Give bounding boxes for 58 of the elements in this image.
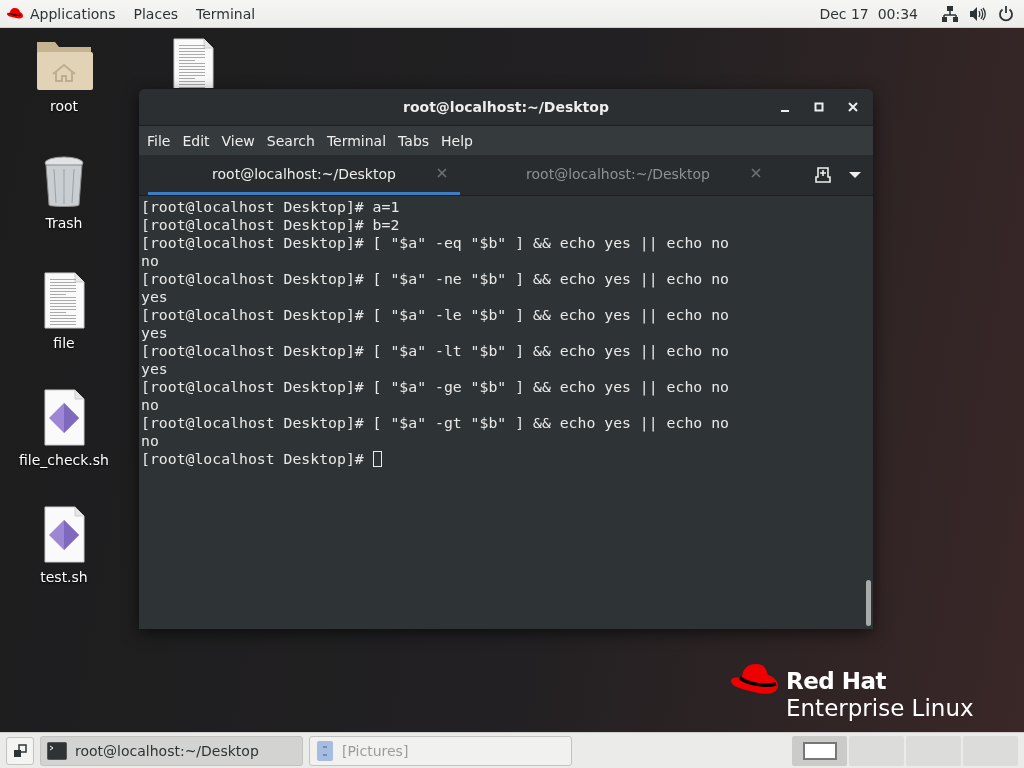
maximize-icon	[814, 102, 824, 112]
terminal-line: [root@localhost Desktop]# a=1	[141, 198, 400, 216]
script-file-icon[interactable]	[43, 506, 85, 563]
terminal-line: [root@localhost Desktop]# [ "$a" -gt "$b" ] && echo yes || echo no	[141, 414, 729, 432]
windows-icon	[13, 743, 27, 758]
volume-icon[interactable]	[970, 5, 986, 22]
window-title: root@localhost:~/Desktop	[403, 99, 609, 115]
hat-logo[interactable]	[6, 6, 24, 21]
clock[interactable]: Dec 17 00:34	[819, 5, 918, 22]
top-menu[interactable]: Applications	[24, 5, 128, 22]
trash-icon[interactable]	[42, 155, 86, 209]
terminal-line: [root@localhost Desktop]# [ "$a" -eq "$b" ] && echo yes || echo no	[141, 234, 729, 252]
menu-item[interactable]: Search	[260, 132, 321, 149]
top-menu[interactable]: Places	[127, 5, 191, 22]
menu-item[interactable]: Help	[435, 132, 479, 149]
network-icon[interactable]	[942, 5, 958, 22]
text-cursor	[372, 451, 382, 467]
terminal-line: [root@localhost Desktop]# [ "$a" -ge "$b" ] && echo yes || echo no	[141, 378, 729, 396]
menu-item[interactable]: Edit	[176, 132, 216, 149]
terminal-line: [root@localhost Desktop]# [ "$a" -lt "$b" ] && echo yes || echo no	[141, 342, 729, 360]
show-desktop-button[interactable]	[6, 736, 34, 765]
menu-item[interactable]: View	[215, 132, 261, 149]
icon-label[interactable]: file_check.sh	[19, 452, 109, 468]
workspace-button[interactable]	[792, 735, 847, 766]
taskbar-item[interactable]: root@localhost:~/Desktop	[40, 735, 303, 766]
file-cabinet-icon	[316, 739, 334, 762]
terminal-line: no	[141, 396, 159, 414]
terminal-line: yes	[141, 360, 168, 378]
icon-label[interactable]: file	[53, 335, 75, 351]
product-name: Enterprise Linux	[786, 694, 974, 722]
terminal-icon	[47, 741, 67, 760]
new-tab-icon[interactable]	[815, 167, 831, 183]
document-icon[interactable]	[43, 272, 85, 329]
minimize-icon	[781, 109, 789, 112]
dropdown-caret-icon[interactable]	[849, 171, 861, 179]
script-file-icon[interactable]	[43, 389, 85, 446]
terminal-line: [root@localhost Desktop]# [ "$a" -ne "$b" ] && echo yes || echo no	[141, 270, 729, 288]
menu-item[interactable]: Tabs	[392, 132, 436, 149]
terminal-line: yes	[141, 288, 168, 306]
terminal-line: no	[141, 252, 159, 270]
terminal-line: [root@localhost Desktop]# b=2	[141, 216, 400, 234]
icon-label[interactable]: test.sh	[40, 569, 88, 585]
menu-item[interactable]: File	[141, 132, 177, 149]
power-icon[interactable]	[998, 5, 1014, 22]
terminal-line: yes	[141, 324, 168, 342]
icon-label[interactable]: Trash	[45, 215, 83, 231]
close-icon	[848, 102, 858, 112]
terminal-line: [root@localhost Desktop]#	[141, 450, 365, 468]
tab[interactable]: root@localhost:~/Desktop	[148, 155, 460, 195]
terminal-line: no	[141, 432, 159, 450]
icon-label[interactable]: root	[49, 98, 79, 114]
menu-item[interactable]: Terminal	[320, 132, 393, 149]
top-menu[interactable]: Terminal	[190, 5, 268, 22]
brand-name: Red Hat	[786, 668, 888, 694]
terminal-line: [root@localhost Desktop]# [ "$a" -le "$b" ] && echo yes || echo no	[141, 306, 729, 324]
scrollbar-thumb[interactable]	[866, 580, 871, 626]
document-icon[interactable]	[172, 38, 214, 88]
tab[interactable]: root@localhost:~/Desktop	[462, 155, 774, 195]
